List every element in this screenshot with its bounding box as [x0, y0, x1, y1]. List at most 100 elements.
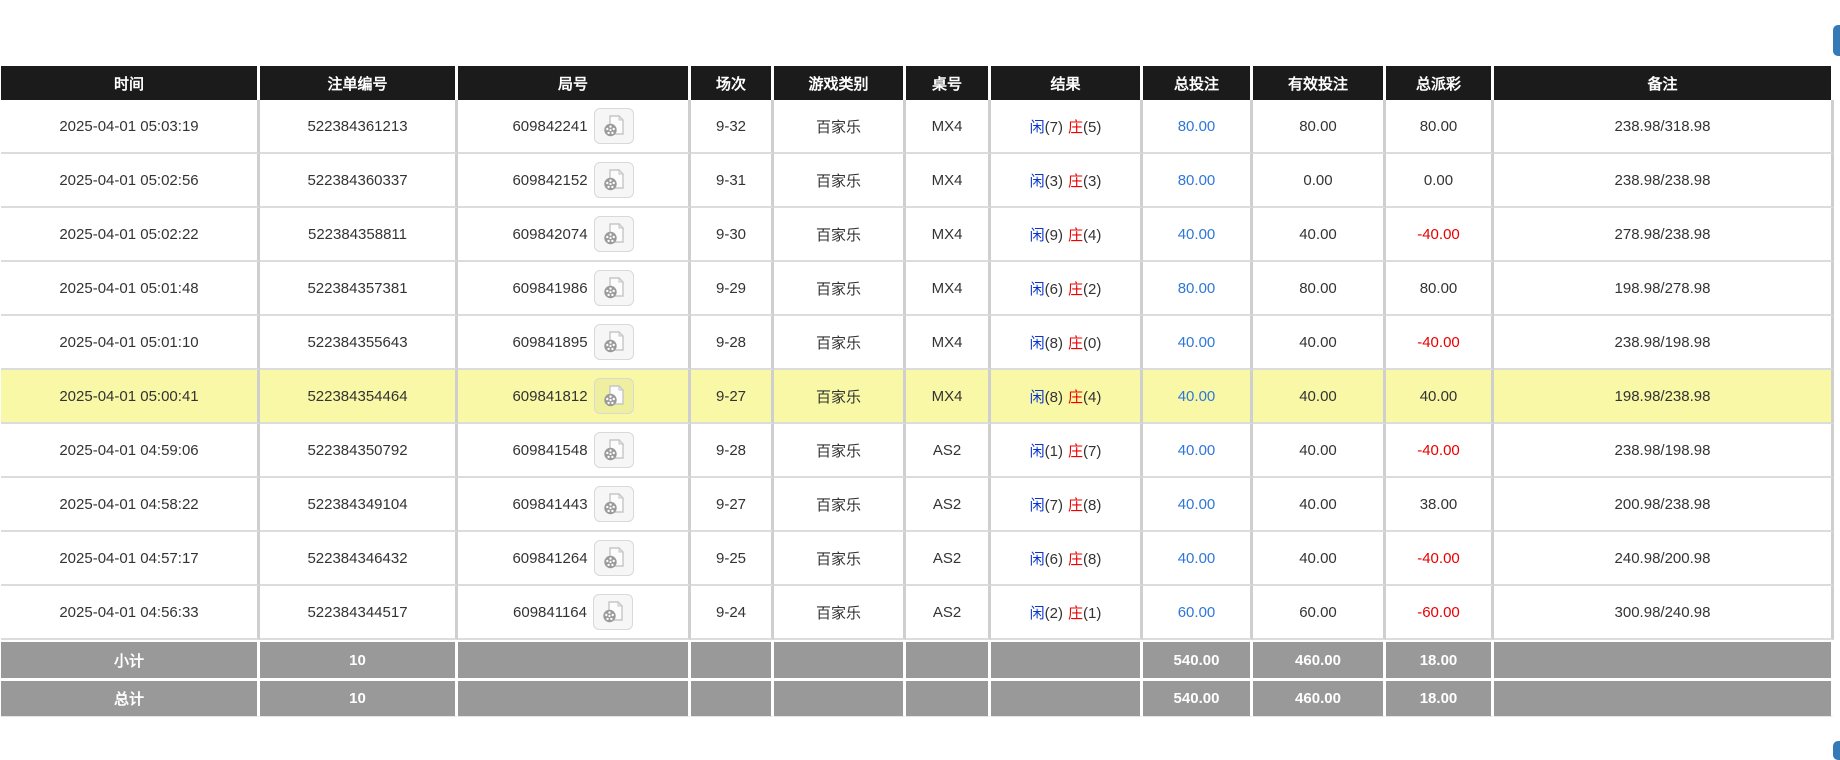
total-payout: 18.00 — [1386, 678, 1494, 717]
cell-payout: -60.00 — [1386, 586, 1494, 640]
banker-result-label: 庄 — [1068, 118, 1084, 136]
video-replay-button[interactable] — [593, 432, 634, 468]
cell-result: 闲(9) 庄(4) — [991, 208, 1143, 262]
player-result-label: 闲 — [1029, 226, 1045, 244]
cell-table-id: MX4 — [906, 208, 991, 262]
cell-payout: -40.00 — [1386, 316, 1494, 370]
cell-result: 闲(1) 庄(7) — [991, 424, 1143, 478]
player-result-score: (7) — [1044, 496, 1063, 514]
player-result-score: (9) — [1044, 226, 1063, 244]
cell-round-id: 609842152 — [458, 154, 691, 208]
cell-valid-bet: 40.00 — [1253, 316, 1386, 370]
video-replay-button[interactable] — [593, 324, 634, 360]
cell-result: 闲(6) 庄(2) — [991, 262, 1143, 316]
cell-result: 闲(7) 庄(8) — [991, 478, 1143, 532]
total-label: 总计 — [1, 678, 260, 717]
col-header-game-type: 游戏类别 — [774, 66, 906, 100]
subtotal-label: 小计 — [1, 640, 260, 678]
player-result-label: 闲 — [1029, 604, 1045, 622]
bet-records-table: 时间 注单编号 局号 场次 游戏类别 桌号 结果 总投注 有效投注 总派彩 备注… — [1, 66, 1834, 717]
total-bet-link[interactable]: 40.00 — [1178, 334, 1216, 351]
cell-round-id: 609841986 — [458, 262, 691, 316]
cell-round-id: 609841264 — [458, 532, 691, 586]
video-icon — [603, 222, 624, 245]
table-header-row: 时间 注单编号 局号 场次 游戏类别 桌号 结果 总投注 有效投注 总派彩 备注 — [1, 66, 1834, 100]
col-header-total-bet: 总投注 — [1143, 66, 1253, 100]
player-result-score: (2) — [1044, 604, 1063, 622]
cell-time: 2025-04-01 04:59:06 — [1, 424, 260, 478]
cell-remark: 238.98/318.98 — [1494, 100, 1834, 154]
cell-valid-bet: 0.00 — [1253, 154, 1386, 208]
banker-result-label: 庄 — [1068, 172, 1084, 190]
total-bet-link[interactable]: 40.00 — [1178, 442, 1216, 459]
cell-bet-id: 522384355643 — [260, 316, 458, 370]
video-replay-button[interactable] — [593, 108, 634, 144]
cell-remark: 238.98/238.98 — [1494, 154, 1834, 208]
video-replay-button[interactable] — [593, 540, 634, 576]
total-bet-link[interactable]: 40.00 — [1178, 496, 1216, 513]
cell-time: 2025-04-01 05:00:41 — [1, 370, 260, 424]
player-result-score: (1) — [1044, 442, 1063, 460]
round-id-value: 609841812 — [512, 387, 588, 405]
cell-valid-bet: 40.00 — [1253, 424, 1386, 478]
right-edge-button-top[interactable] — [1833, 25, 1840, 56]
cell-total-bet: 40.00 — [1143, 208, 1253, 262]
video-replay-button[interactable] — [593, 270, 634, 306]
cell-result: 闲(7) 庄(5) — [991, 100, 1143, 154]
video-replay-button[interactable] — [593, 162, 634, 198]
banker-result-score: (3) — [1083, 172, 1102, 190]
cell-remark: 238.98/198.98 — [1494, 424, 1834, 478]
video-icon — [603, 546, 624, 569]
video-replay-button[interactable] — [593, 378, 634, 414]
total-bet-link[interactable]: 80.00 — [1178, 118, 1216, 135]
cell-valid-bet: 40.00 — [1253, 532, 1386, 586]
table-row: 2025-04-01 05:02:56 522384360337 6098421… — [1, 154, 1834, 208]
total-bet-link[interactable]: 80.00 — [1178, 280, 1216, 297]
subtotal-total-bet: 540.00 — [1143, 640, 1253, 678]
player-result-score: (7) — [1044, 118, 1063, 136]
cell-session: 9-31 — [691, 154, 774, 208]
banker-result-score: (8) — [1083, 496, 1102, 514]
round-id-value: 609841164 — [513, 603, 587, 621]
player-result-score: (6) — [1044, 280, 1063, 298]
total-bet-link[interactable]: 40.00 — [1178, 388, 1216, 405]
banker-result-score: (5) — [1083, 118, 1102, 136]
cell-table-id: MX4 — [906, 100, 991, 154]
cell-valid-bet: 80.00 — [1253, 100, 1386, 154]
video-replay-button[interactable] — [593, 486, 634, 522]
cell-game-type: 百家乐 — [774, 586, 906, 640]
cell-bet-id: 522384360337 — [260, 154, 458, 208]
video-icon — [603, 330, 624, 353]
cell-session: 9-28 — [691, 316, 774, 370]
total-bet-link[interactable]: 40.00 — [1178, 226, 1216, 243]
col-header-bet-id: 注单编号 — [260, 66, 458, 100]
total-bet-link[interactable]: 60.00 — [1178, 604, 1216, 621]
cell-round-id: 609841548 — [458, 424, 691, 478]
cell-session: 9-32 — [691, 100, 774, 154]
video-replay-button[interactable] — [592, 594, 633, 630]
banker-result-label: 庄 — [1068, 226, 1084, 244]
col-header-session: 场次 — [691, 66, 774, 100]
video-icon — [603, 492, 624, 515]
banker-result-score: (0) — [1083, 334, 1102, 352]
cell-session: 9-30 — [691, 208, 774, 262]
banker-result-score: (8) — [1083, 550, 1102, 568]
cell-session: 9-29 — [691, 262, 774, 316]
total-bet-link[interactable]: 40.00 — [1178, 550, 1216, 567]
cell-round-id: 609841812 — [458, 370, 691, 424]
round-id-value: 609841443 — [512, 495, 588, 513]
cell-bet-id: 522384361213 — [260, 100, 458, 154]
total-bet-link[interactable]: 80.00 — [1178, 172, 1216, 189]
cell-result: 闲(2) 庄(1) — [991, 586, 1143, 640]
video-replay-button[interactable] — [593, 216, 634, 252]
cell-valid-bet: 40.00 — [1253, 208, 1386, 262]
col-header-table-id: 桌号 — [906, 66, 991, 100]
subtotal-valid-bet: 460.00 — [1253, 640, 1386, 678]
cell-total-bet: 40.00 — [1143, 316, 1253, 370]
cell-payout: -40.00 — [1386, 424, 1494, 478]
col-header-time: 时间 — [1, 66, 260, 100]
video-icon — [603, 276, 624, 299]
right-edge-button-bottom[interactable] — [1833, 741, 1840, 760]
cell-valid-bet: 40.00 — [1253, 370, 1386, 424]
cell-table-id: MX4 — [906, 316, 991, 370]
